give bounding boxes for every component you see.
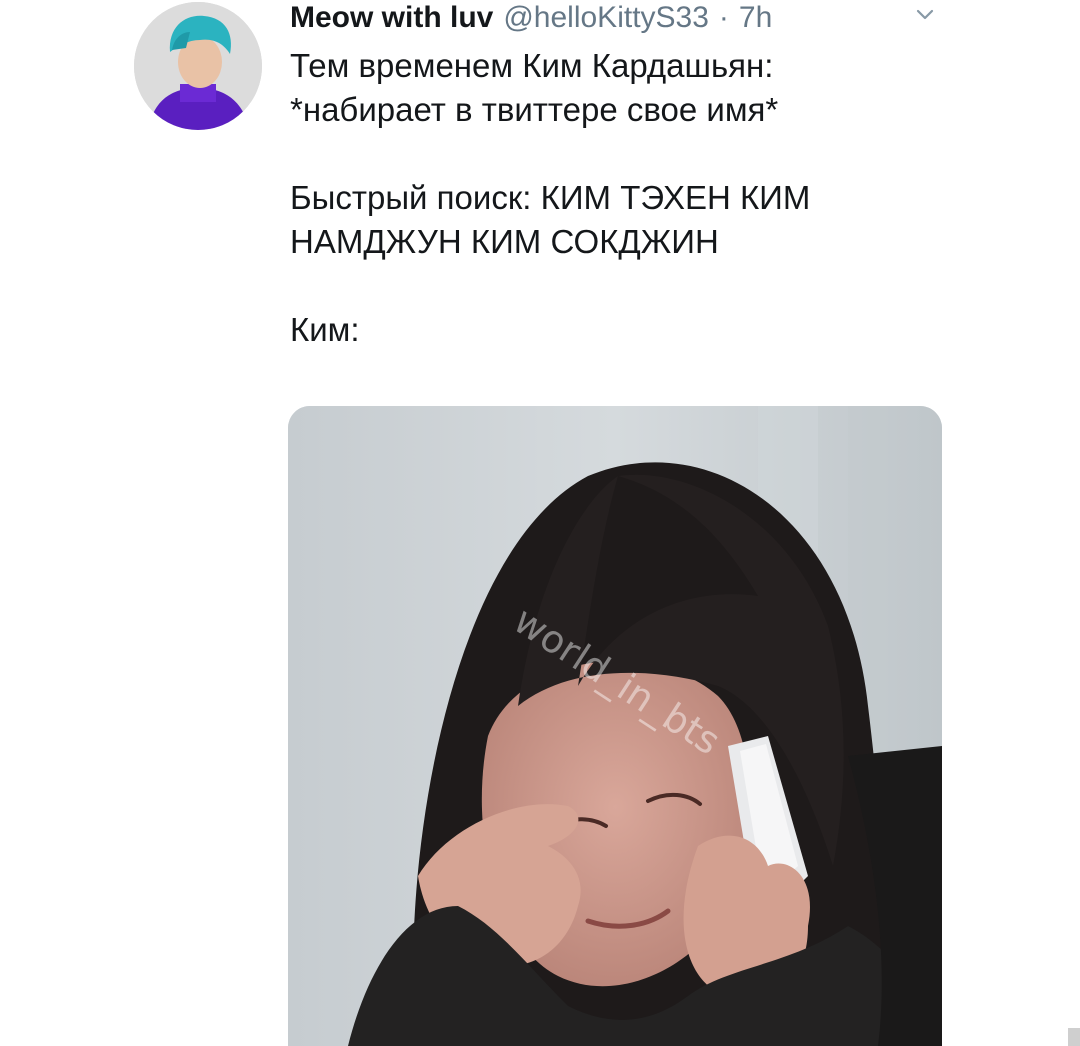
tweet-text: Тем временем Ким Кардашьян: *набирает в … [290, 44, 930, 352]
tweet-line: *набирает в твиттере свое имя* [290, 91, 779, 128]
tweet-media-photo[interactable] [288, 406, 942, 1046]
corner-mark [1068, 1028, 1080, 1046]
user-handle[interactable]: @helloKittyS33 [503, 0, 709, 36]
tweet-line: НАМДЖУН КИМ СОКДЖИН [290, 223, 719, 260]
timestamp[interactable]: 7h [739, 0, 772, 36]
tweet-line: Ким: [290, 311, 360, 348]
avatar[interactable] [134, 2, 262, 130]
tweet-line: Тем временем Ким Кардашьян: [290, 47, 774, 84]
tweet-header: Meow with luv @helloKittyS33 · 7h [290, 0, 772, 36]
tweet-line: Быстрый поиск: КИМ ТЭХЕН КИМ [290, 179, 811, 216]
line-break [290, 264, 930, 308]
separator-dot: · [718, 1, 729, 34]
display-name[interactable]: Meow with luv [290, 0, 493, 36]
line-break [290, 132, 930, 176]
chevron-down-icon[interactable] [915, 8, 935, 22]
